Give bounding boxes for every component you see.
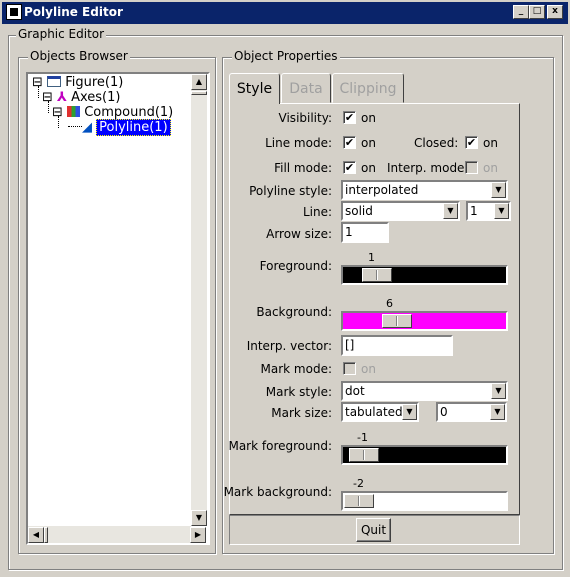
tab-style[interactable]: Style bbox=[229, 73, 280, 104]
background-slider[interactable] bbox=[341, 311, 508, 331]
scroll-right-button[interactable]: ▶ bbox=[190, 527, 206, 543]
chevron-down-icon[interactable]: ▼ bbox=[491, 383, 506, 399]
axes-icon: ⅄ bbox=[57, 90, 67, 105]
tree-label: Figure(1) bbox=[65, 75, 124, 90]
tree-label: Compound(1) bbox=[84, 105, 174, 120]
closed-label: Closed: bbox=[414, 136, 459, 150]
mark-style-dropdown[interactable]: dot ▼ bbox=[341, 381, 508, 401]
polyline-style-value: interpolated bbox=[345, 183, 419, 197]
tree-label: Axes(1) bbox=[71, 90, 121, 105]
visibility-on-text: on bbox=[361, 111, 376, 125]
tab-data[interactable]: Data bbox=[281, 73, 331, 103]
scroll-left-button[interactable]: ◀ bbox=[28, 527, 44, 543]
closed-on-text: on bbox=[483, 136, 498, 150]
mark-size-value-dropdown[interactable]: 0 ▼ bbox=[436, 402, 507, 422]
polyline-style-dropdown[interactable]: interpolated ▼ bbox=[341, 180, 508, 200]
interp-mode-label: Interp. mode: bbox=[387, 161, 469, 175]
mark-mode-label: Mark mode: bbox=[260, 362, 332, 376]
figure-icon bbox=[47, 76, 62, 87]
line-width-value: 1 bbox=[470, 204, 478, 218]
interp-mode-checkbox[interactable] bbox=[465, 161, 478, 174]
minimize-button[interactable]: _ bbox=[513, 5, 529, 19]
close-button[interactable]: x bbox=[547, 5, 563, 19]
mark-style-label: Mark style: bbox=[265, 385, 332, 399]
fill-mode-label: Fill mode: bbox=[274, 161, 332, 175]
polyline-icon: ◢ bbox=[82, 120, 92, 135]
visibility-checkbox[interactable]: ✔ bbox=[343, 111, 356, 124]
mark-foreground-label: Mark foreground: bbox=[228, 439, 332, 453]
scroll-up-button[interactable]: ▲ bbox=[191, 74, 207, 90]
tree-item-polyline[interactable]: ◢ Polyline(1) bbox=[82, 119, 171, 136]
line-width-dropdown[interactable]: 1 ▼ bbox=[466, 201, 511, 221]
interp-vector-input[interactable]: [] bbox=[341, 335, 453, 356]
fill-mode-on-text: on bbox=[361, 161, 376, 175]
background-label: Background: bbox=[256, 305, 332, 319]
mark-background-value: -2 bbox=[353, 477, 364, 490]
chevron-down-icon[interactable]: ▼ bbox=[490, 404, 505, 420]
tree-item-compound[interactable]: ⊟ Compound(1) bbox=[52, 105, 173, 120]
chevron-down-icon[interactable]: ▼ bbox=[443, 203, 458, 219]
tree-hscroll[interactable] bbox=[28, 526, 191, 543]
slider-thumb[interactable] bbox=[349, 448, 379, 462]
mark-mode-checkbox[interactable] bbox=[343, 362, 356, 375]
visibility-label: Visibility: bbox=[278, 111, 332, 125]
line-mode-checkbox[interactable]: ✔ bbox=[343, 136, 356, 149]
object-properties-label: Object Properties bbox=[232, 49, 340, 63]
line-mode-label: Line mode: bbox=[265, 136, 332, 150]
arrow-size-label: Arrow size: bbox=[266, 227, 332, 241]
arrow-size-input[interactable]: 1 bbox=[341, 222, 389, 243]
mark-background-slider[interactable] bbox=[341, 491, 508, 511]
quit-button[interactable]: Quit bbox=[356, 518, 391, 542]
compound-icon bbox=[67, 106, 81, 117]
tree-item-axes[interactable]: ⊟ ⅄ Axes(1) bbox=[42, 90, 120, 105]
mark-size-unit-dropdown[interactable]: tabulated ▼ bbox=[341, 402, 419, 422]
maximize-button[interactable]: □ bbox=[529, 5, 545, 19]
line-label: Line: bbox=[302, 205, 332, 219]
tree-item-figure[interactable]: ⊟ Figure(1) bbox=[32, 75, 123, 90]
mark-foreground-value: -1 bbox=[357, 431, 368, 444]
mark-foreground-slider[interactable] bbox=[341, 445, 508, 465]
objects-browser-label: Objects Browser bbox=[28, 49, 130, 63]
app-icon bbox=[6, 4, 22, 20]
background-value: 6 bbox=[386, 297, 393, 310]
interp-vector-label: Interp. vector: bbox=[246, 339, 332, 353]
slider-thumb[interactable] bbox=[344, 494, 374, 508]
mark-mode-on-text: on bbox=[361, 362, 376, 376]
tree-vscroll[interactable] bbox=[191, 74, 207, 526]
graphic-editor-label: Graphic Editor bbox=[16, 27, 107, 41]
polyline-style-label: Polyline style: bbox=[249, 184, 332, 198]
expander-icon[interactable]: ⊟ bbox=[32, 75, 43, 90]
window-title: Polyline Editor bbox=[24, 5, 123, 19]
slider-thumb[interactable] bbox=[362, 268, 392, 282]
foreground-label: Foreground: bbox=[259, 259, 332, 273]
fill-mode-checkbox[interactable]: ✔ bbox=[343, 161, 356, 174]
chevron-down-icon[interactable]: ▼ bbox=[494, 203, 509, 219]
line-style-dropdown[interactable]: solid ▼ bbox=[341, 201, 460, 221]
scroll-down-button[interactable]: ▼ bbox=[191, 510, 207, 526]
hscroll-thumb[interactable] bbox=[44, 527, 48, 543]
closed-checkbox[interactable]: ✔ bbox=[465, 136, 478, 149]
mark-background-label: Mark background: bbox=[223, 485, 332, 499]
tab-clipping[interactable]: Clipping bbox=[332, 73, 404, 103]
slider-thumb[interactable] bbox=[382, 314, 412, 328]
mark-size-value: 0 bbox=[440, 405, 448, 419]
foreground-slider[interactable] bbox=[341, 265, 508, 285]
vscroll-thumb[interactable] bbox=[191, 91, 207, 95]
tree-label: Polyline(1) bbox=[96, 119, 171, 136]
expander-icon[interactable]: ⊟ bbox=[42, 90, 53, 105]
mark-size-unit-value: tabulated bbox=[345, 405, 403, 419]
chevron-down-icon[interactable]: ▼ bbox=[491, 182, 506, 198]
mark-size-label: Mark size: bbox=[271, 406, 332, 420]
line-mode-on-text: on bbox=[361, 136, 376, 150]
foreground-value: 1 bbox=[368, 251, 375, 264]
expander-icon[interactable]: ⊟ bbox=[52, 105, 63, 120]
chevron-down-icon[interactable]: ▼ bbox=[402, 404, 417, 420]
interp-mode-on-text: on bbox=[483, 161, 498, 175]
line-style-value: solid bbox=[345, 204, 373, 218]
object-tree[interactable] bbox=[26, 72, 210, 545]
mark-style-value: dot bbox=[345, 384, 365, 398]
